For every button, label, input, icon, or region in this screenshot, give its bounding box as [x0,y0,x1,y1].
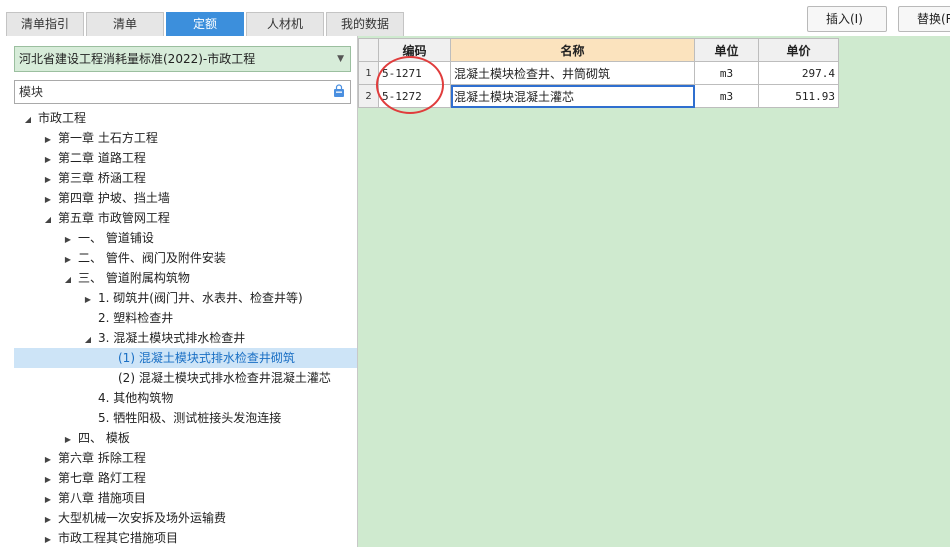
tree-item[interactable]: ▶ 一、 管道铺设 [62,228,154,248]
tree-item[interactable]: 5. 牺牲阳极、测试桩接头发泡连接 [82,408,281,428]
tree-item-label: 第六章 拆除工程 [58,451,146,465]
tree-item[interactable]: ▶ 第八章 措施项目 [42,488,146,508]
tree-item-label: 5. 牺牲阳极、测试桩接头发泡连接 [98,411,282,425]
collapsed-triangle-icon[interactable]: ▶ [42,150,54,170]
tree-item-label: 四、 模板 [78,431,130,445]
tree-item[interactable]: ▶ 第二章 道路工程 [42,148,146,168]
tree-item-label: 第四章 护坡、挡土墙 [58,191,170,205]
search-input-value: 模块 [19,85,44,99]
tree-item[interactable]: ▶ 市政工程其它措施项目 [42,528,178,547]
tree-item-label: 第一章 土石方工程 [58,131,158,145]
collapsed-triangle-icon[interactable]: ▶ [42,510,54,530]
cell-code[interactable]: 5-1271 [378,61,451,85]
tree-item[interactable]: ◢ 三、 管道附属构筑物 [62,268,190,288]
tree-item[interactable]: ◢ 第五章 市政管网工程 [42,208,170,228]
quota-grid-panel: 编码 名称 单位 单价 1 5-1271 混凝土模块检查井、井筒砌筑 m3 29… [358,36,950,547]
tree-item-label: 第五章 市政管网工程 [58,211,170,225]
tree-item-label: 市政工程其它措施项目 [58,531,179,545]
tree-item-label: (2) 混凝土模块式排水检查井混凝土灌芯 [118,371,331,385]
search-input[interactable]: 模块 [14,80,351,104]
collapsed-triangle-icon[interactable]: ▶ [62,230,74,250]
cell-code[interactable]: 5-1272 [378,84,451,108]
tab-bar: 清单指引 清单 定额 人材机 我的数据 插入(I) 替换(R [0,0,950,36]
tree-item-label: 3. 混凝土模块式排水检查井 [98,331,246,345]
tab-my-data[interactable]: 我的数据 [326,12,404,36]
expanded-triangle-icon[interactable]: ◢ [62,270,74,290]
collapsed-triangle-icon[interactable]: ▶ [42,530,54,547]
library-select-value: 河北省建设工程消耗量标准(2022)-市政工程 [19,52,256,66]
cell-name[interactable]: 混凝土模块检查井、井筒砌筑 [450,61,695,85]
cell-name-editing[interactable]: 混凝土模块混凝土灌芯 [450,84,695,108]
table-row[interactable]: 1 5-1271 混凝土模块检查井、井筒砌筑 m3 297.4 [358,61,839,85]
tree-item[interactable]: ▶ 第六章 拆除工程 [42,448,146,468]
tab-bill-guide[interactable]: 清单指引 [6,12,84,36]
library-select[interactable]: 河北省建设工程消耗量标准(2022)-市政工程 ▼ [14,46,351,72]
column-header-name[interactable]: 名称 [450,38,695,62]
collapsed-triangle-icon[interactable]: ▶ [42,450,54,470]
row-number[interactable]: 2 [358,84,379,108]
collapsed-triangle-icon[interactable]: ▶ [62,430,74,450]
column-header-price[interactable]: 单价 [758,38,839,62]
replace-button[interactable]: 替换(R [898,6,950,32]
collapsed-triangle-icon[interactable]: ▶ [42,490,54,510]
tree-item[interactable]: ▶ 第一章 土石方工程 [42,128,158,148]
tree-item[interactable]: ▶ 大型机械一次安拆及场外运输费 [42,508,226,528]
tree-item[interactable]: 2. 塑料检查井 [82,308,173,328]
tree-item-label: 4. 其他构筑物 [98,391,174,405]
tree-item-label: 2. 塑料检查井 [98,311,174,325]
quota-table: 编码 名称 单位 单价 1 5-1271 混凝土模块检查井、井筒砌筑 m3 29… [358,38,839,108]
table-header-row: 编码 名称 单位 单价 [358,38,839,62]
cell-unit[interactable]: m3 [694,61,759,85]
tree-item[interactable]: (2) 混凝土模块式排水检查井混凝土灌芯 [102,368,331,388]
tree-item-label: 二、 管件、阀门及附件安装 [78,251,226,265]
tree-item[interactable]: ▶ 二、 管件、阀门及附件安装 [62,248,226,268]
bag-icon[interactable] [332,84,346,98]
quota-library-panel: 河北省建设工程消耗量标准(2022)-市政工程 ▼ 模块 ◢ 市政工程 ▶ 第一章 土… [0,36,358,547]
tree-item[interactable]: ▶ 四、 模板 [62,428,130,448]
collapsed-triangle-icon[interactable]: ▶ [42,170,54,190]
expanded-triangle-icon[interactable]: ◢ [42,210,54,230]
tab-labor-materials[interactable]: 人材机 [246,12,324,36]
collapsed-triangle-icon[interactable]: ▶ [42,190,54,210]
column-header-code[interactable]: 编码 [378,38,451,62]
collapsed-triangle-icon[interactable]: ▶ [62,250,74,270]
row-number-header [358,38,379,62]
cell-price[interactable]: 511.93 [758,84,839,108]
cell-unit[interactable]: m3 [694,84,759,108]
tree-item[interactable]: 4. 其他构筑物 [82,388,173,408]
cell-price[interactable]: 297.4 [758,61,839,85]
tab-bill[interactable]: 清单 [86,12,164,36]
tree-item[interactable]: ▶ 第四章 护坡、挡土墙 [42,188,170,208]
tree-item[interactable]: (1) 混凝土模块式排水检查井砌筑 [14,348,357,368]
table-row[interactable]: 2 5-1272 混凝土模块混凝土灌芯 m3 511.93 [358,84,839,108]
tree-item-label: 大型机械一次安拆及场外运输费 [58,511,227,525]
insert-button[interactable]: 插入(I) [807,6,887,32]
tree-item-label: 一、 管道铺设 [78,231,154,245]
tree-item-label: 第二章 道路工程 [58,151,146,165]
column-header-unit[interactable]: 单位 [694,38,759,62]
tree-item-label: 第七章 路灯工程 [58,471,146,485]
tree-item-label: 第八章 措施项目 [58,491,146,505]
tree-item-label: 第三章 桥涵工程 [58,171,146,185]
tree-item[interactable]: ◢ 市政工程 [22,108,86,128]
tab-quota[interactable]: 定额 [166,12,244,36]
row-number[interactable]: 1 [358,61,379,85]
tree-item[interactable]: ▶ 1. 砌筑井(阀门井、水表井、检查井等) [82,288,303,308]
collapsed-triangle-icon[interactable]: ▶ [42,130,54,150]
tree-item-label: 1. 砌筑井(阀门井、水表井、检查井等) [98,291,303,305]
chevron-down-icon: ▼ [337,54,344,64]
tree-item[interactable]: ▶ 第三章 桥涵工程 [42,168,146,188]
expanded-triangle-icon[interactable]: ◢ [82,330,94,350]
tree-item[interactable]: ◢ 3. 混凝土模块式排水检查井 [82,328,245,348]
expanded-triangle-icon[interactable]: ◢ [22,110,34,130]
tree-item-label: 三、 管道附属构筑物 [78,271,190,285]
tree-item[interactable]: ▶ 第七章 路灯工程 [42,468,146,488]
tree-item-label: 市政工程 [38,111,87,125]
tree-item-label: (1) 混凝土模块式排水检查井砌筑 [118,351,295,365]
collapsed-triangle-icon[interactable]: ▶ [82,290,94,310]
collapsed-triangle-icon[interactable]: ▶ [42,470,54,490]
